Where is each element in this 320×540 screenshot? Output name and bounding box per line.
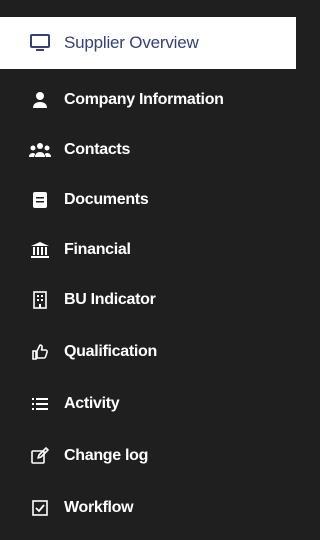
sidebar-item-activity[interactable]: Activity (0, 378, 296, 430)
sidebar-item-label: Change log (64, 447, 149, 464)
sidebar-item-label: Documents (64, 191, 149, 208)
bank-icon (28, 238, 52, 262)
sidebar-item-label: Contacts (64, 141, 131, 158)
sidebar-item-documents[interactable]: Documents (0, 174, 296, 226)
sidebar-item-label: Company Information (64, 91, 224, 108)
checkbox-icon (28, 496, 52, 520)
list-icon (28, 392, 52, 416)
sidebar-item-label: Qualification (64, 343, 157, 360)
sidebar-item-workflow[interactable]: Workflow (0, 482, 296, 534)
monitor-icon (28, 31, 52, 55)
sidebar-item-label: BU Indicator (64, 291, 156, 308)
building-icon (28, 288, 52, 312)
sidebar-item-label: Supplier Overview (64, 33, 199, 52)
sidebar-item-bu-indicator[interactable]: BU Indicator (0, 274, 296, 326)
user-icon (28, 88, 52, 112)
sidebar-item-supplier-overview[interactable]: Supplier Overview (0, 17, 296, 69)
sidebar-item-company-information[interactable]: Company Information (0, 74, 296, 126)
sidebar-item-contacts[interactable]: Contacts (0, 124, 296, 176)
sidebar-item-label: Financial (64, 241, 131, 258)
sidebar-top-strip (0, 0, 296, 14)
sidebar-item-change-log[interactable]: Change log (0, 430, 296, 482)
sidebar-item-label: Activity (64, 395, 120, 412)
sidebar-item-label: Workflow (64, 499, 134, 516)
document-icon (28, 188, 52, 212)
sidebar-item-financial[interactable]: Financial (0, 224, 296, 276)
users-icon (28, 138, 52, 162)
thumbs-up-icon (28, 340, 52, 364)
edit-icon (28, 444, 52, 468)
sidebar-nav: Supplier Overview Company Information Co… (0, 0, 296, 540)
sidebar-item-qualification[interactable]: Qualification (0, 326, 296, 378)
